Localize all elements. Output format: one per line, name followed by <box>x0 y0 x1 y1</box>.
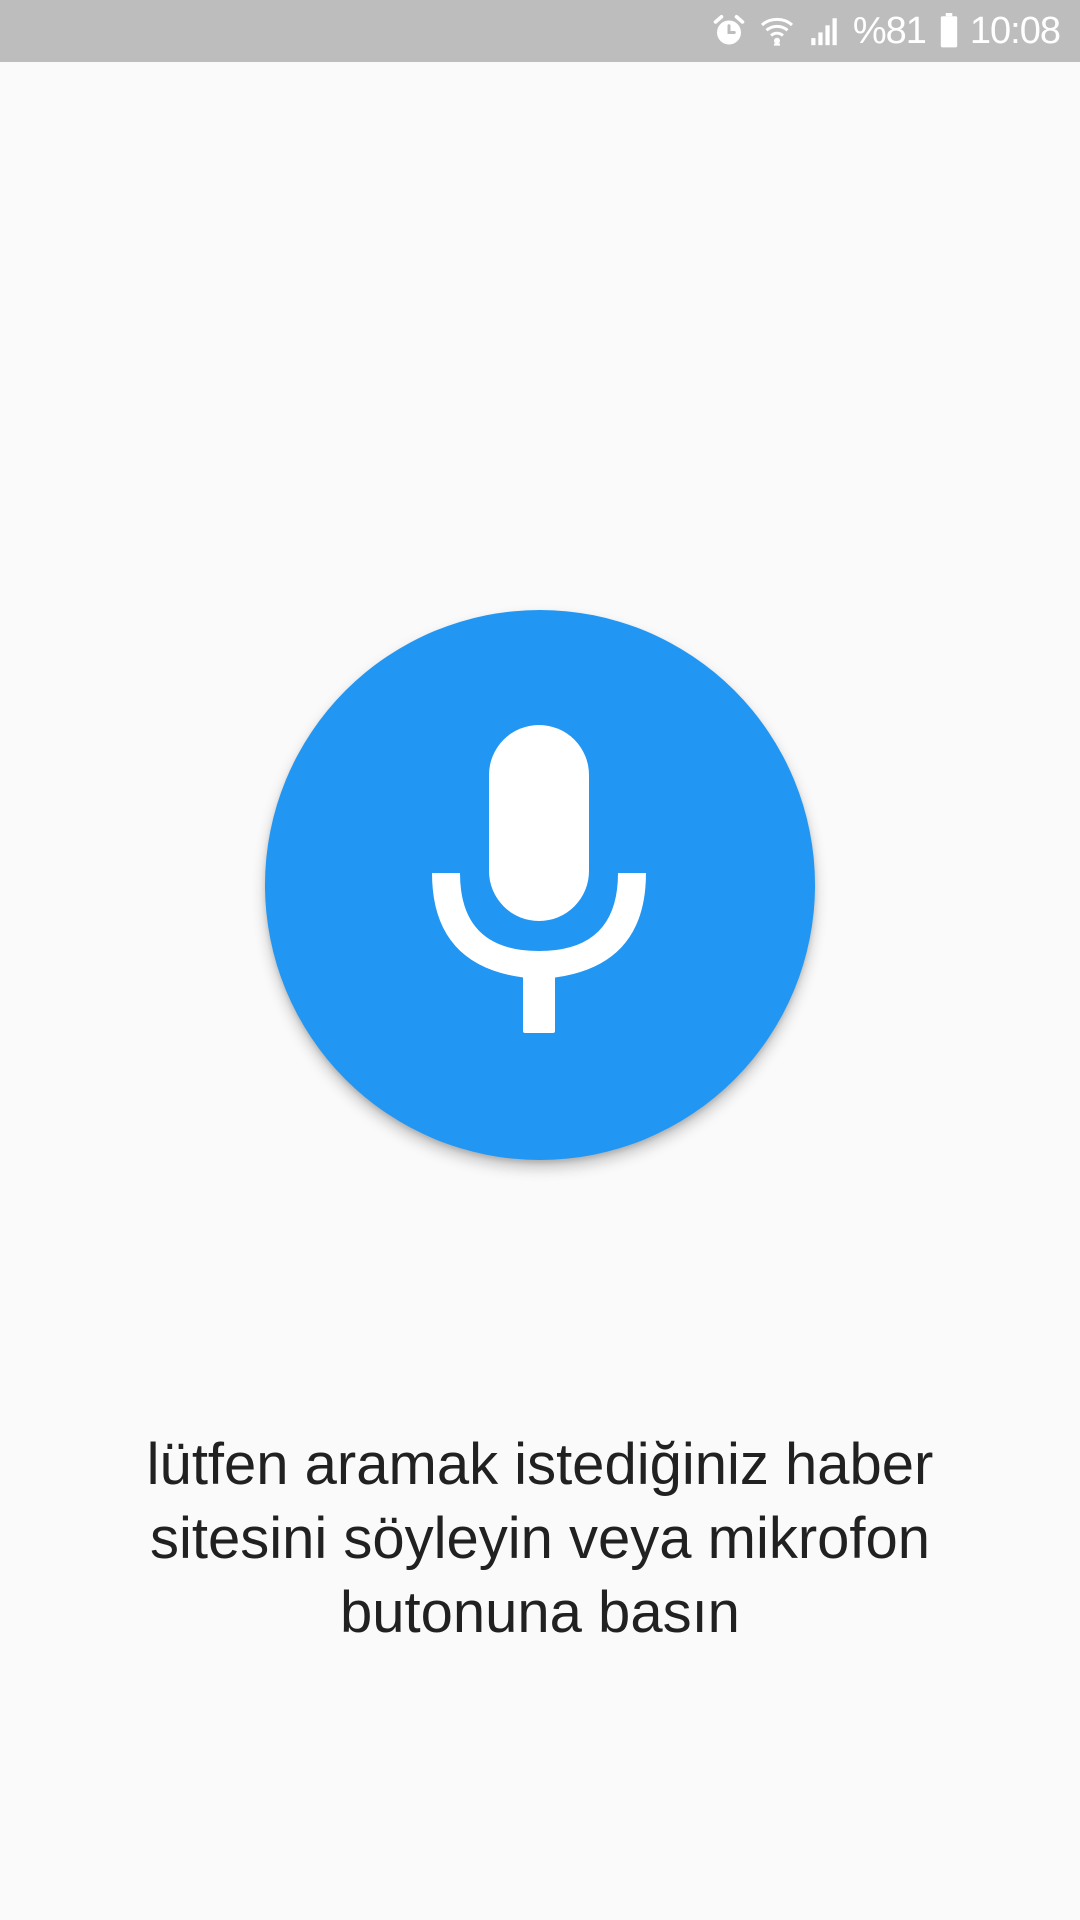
microphone-icon <box>432 725 646 1033</box>
status-clock: 10:08 <box>969 9 1061 52</box>
battery-icon <box>938 13 960 49</box>
signal-icon <box>807 14 841 48</box>
microphone-button[interactable] <box>265 610 815 1160</box>
alarm-icon <box>711 13 747 49</box>
battery-percent: %81 <box>852 9 927 52</box>
voice-search-prompt: lütfen aramak istediğiniz haber sitesini… <box>146 1432 934 1645</box>
status-bar: %81 10:08 <box>0 0 1080 62</box>
wifi-icon <box>759 13 795 49</box>
